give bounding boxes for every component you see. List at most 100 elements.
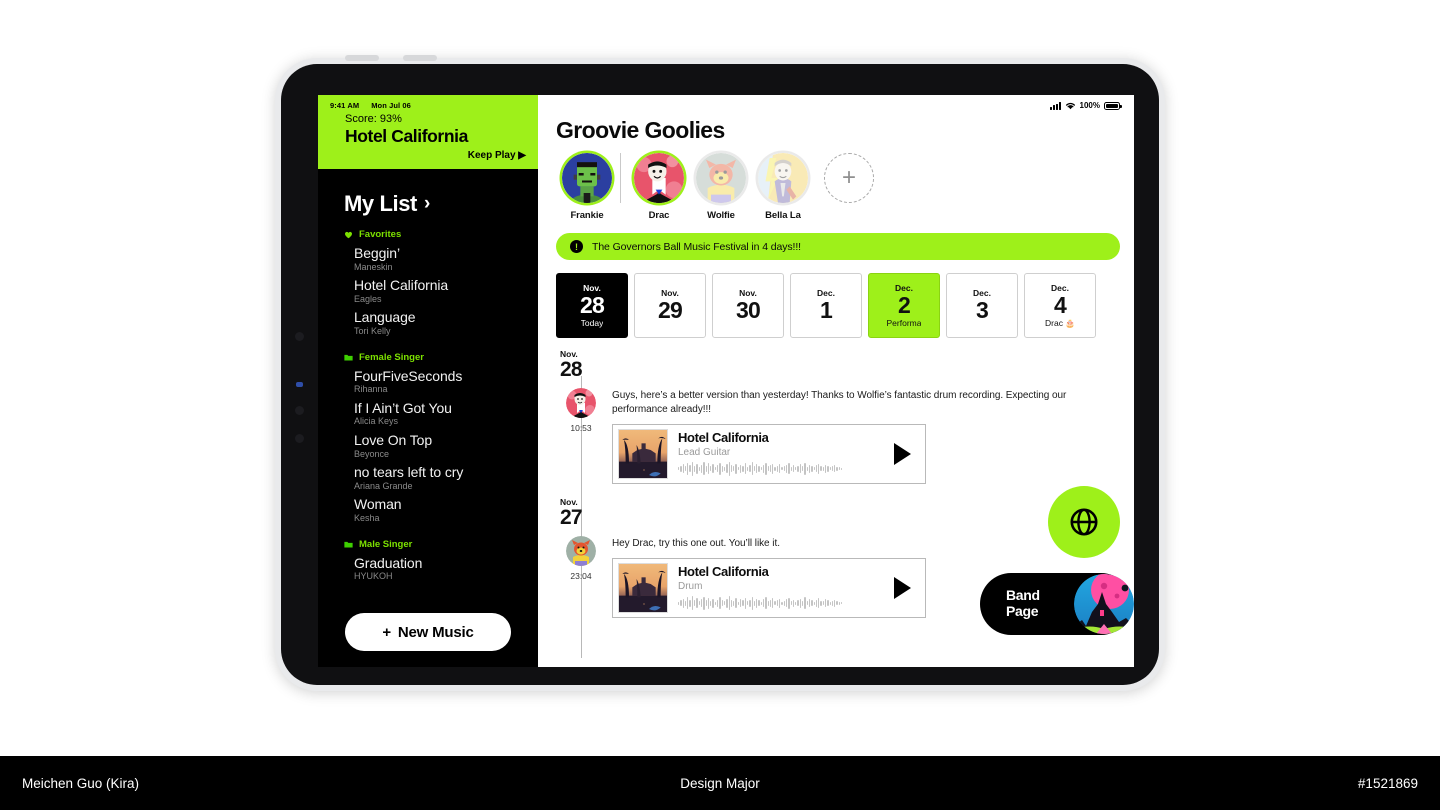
author-name: Meichen Guo (Kira) — [22, 775, 140, 791]
timeline-month: Nov. — [560, 496, 578, 507]
band-page-line1: Band — [1006, 587, 1040, 604]
volume-up-button[interactable] — [345, 55, 379, 61]
audio-title: Hotel California — [678, 564, 769, 580]
date-cell-day: 4 — [1054, 291, 1067, 318]
new-music-button[interactable]: + New Music — [345, 613, 511, 651]
sensor-dot-upper — [295, 406, 304, 415]
date-cell-29[interactable]: Nov. 29 — [634, 273, 706, 338]
sidebar-track-item[interactable]: Graduation HYUKOH — [318, 553, 538, 585]
status-bar-right: 100% — [1049, 101, 1122, 110]
track-name: Love On Top — [354, 432, 433, 449]
my-list-header[interactable]: My List › — [318, 169, 538, 217]
folder-icon — [344, 353, 353, 362]
timeline-month: Nov. — [560, 349, 578, 359]
date-cell-day: 28 — [580, 291, 605, 318]
status-date: Mon Jul 06 — [371, 101, 411, 110]
track-name: no tears left to cry — [354, 464, 464, 481]
sidebar-sections: Favorites Beggin’ Maneskin Hotel California… — [318, 217, 538, 585]
chevron-right-icon: › — [424, 193, 430, 214]
sidebar-section-label: Male Singer — [359, 538, 413, 550]
tablet-device: 9:41 AM Mon Jul 06 Score: 93% Hotel Cali… — [275, 55, 1165, 691]
audio-clip-card[interactable]: Hotel California Lead Guitar — [612, 423, 926, 484]
audio-part: Drum — [678, 581, 703, 593]
avatar — [634, 153, 684, 203]
avatar[interactable] — [566, 388, 596, 419]
band-member-wolfie[interactable]: Wolfie — [690, 153, 752, 221]
sidebar-section-female-singer[interactable]: Female Singer — [318, 340, 538, 366]
band-members-row: Frankie Drac Wolfie Bella La + — [556, 153, 1120, 221]
sensor-dot-lower — [295, 434, 304, 443]
major-label: Design Major — [680, 775, 760, 791]
date-cell-day: 1 — [820, 297, 833, 324]
play-icon[interactable] — [894, 442, 911, 465]
tablet-screen: 9:41 AM Mon Jul 06 Score: 93% Hotel Cali… — [318, 95, 1134, 667]
wifi-icon — [1065, 102, 1075, 110]
date-cell-1[interactable]: Dec. 1 — [790, 273, 862, 338]
band-member-drac[interactable]: Drac — [628, 153, 690, 221]
audio-clip-card[interactable]: Hotel California Drum — [612, 558, 926, 619]
now-playing-score: Score: 93% — [345, 113, 402, 125]
track-artist: Eagles — [354, 293, 382, 304]
sidebar-track-item[interactable]: Language Tori Kelly — [318, 307, 538, 339]
date-cell-2[interactable]: Dec. 2 Performa — [868, 273, 940, 338]
date-cell-30[interactable]: Nov. 30 — [712, 273, 784, 338]
globe-button[interactable] — [1048, 486, 1120, 558]
screenshot-root: 9:41 AM Mon Jul 06 Score: 93% Hotel Cali… — [0, 0, 1440, 810]
now-playing-card[interactable]: 9:41 AM Mon Jul 06 Score: 93% Hotel Cali… — [318, 95, 538, 169]
sidebar-track-item[interactable]: FourFiveSeconds Rihanna — [318, 366, 538, 398]
sidebar-track-item[interactable]: Beggin’ Maneskin — [318, 243, 538, 275]
sidebar-track-item[interactable]: no tears left to cry Ariana Grande — [318, 462, 538, 494]
waveform — [678, 461, 884, 477]
festival-banner[interactable]: ! The Governors Ball Music Festival in 4… — [556, 233, 1120, 260]
sidebar-section-male-singer[interactable]: Male Singer — [318, 527, 538, 553]
date-cell-day: 29 — [658, 297, 683, 324]
sidebar-section-favorites[interactable]: Favorites — [318, 217, 538, 243]
timeline-date-header: Nov. 28 — [556, 349, 1120, 382]
date-cell-3[interactable]: Dec. 3 — [946, 273, 1018, 338]
band-member-bella-la[interactable]: Bella La — [752, 153, 814, 221]
sidebar-track-item[interactable]: Hotel California Eagles — [318, 275, 538, 307]
date-cell-day: 30 — [736, 297, 761, 324]
message-time: 10:53 — [570, 423, 592, 434]
album-art — [618, 428, 668, 479]
band-member-name: Drac — [648, 210, 670, 221]
track-name: Woman — [354, 496, 402, 513]
date-cell-4[interactable]: Dec. 4 Drac 🎂 — [1024, 273, 1096, 338]
page-title: Groovie Goolies — [556, 117, 725, 143]
track-artist: Kesha — [354, 512, 380, 523]
festival-banner-text: The Governors Ball Music Festival in 4 d… — [592, 240, 801, 253]
track-name: Beggin’ — [354, 245, 401, 261]
message-time: 23:04 — [570, 571, 592, 582]
avatar — [758, 153, 808, 203]
submission-id: #1521869 — [1357, 775, 1418, 791]
track-artist: HYUKOH — [354, 571, 393, 582]
avatar[interactable] — [566, 536, 596, 567]
timeline-message: 10:53 Guys, here’s a better version than… — [556, 388, 1120, 484]
timeline-day: 28 — [560, 358, 583, 382]
sidebar-track-item[interactable]: If I Ain’t Got You Alicia Keys — [318, 398, 538, 430]
band-member-name: Wolfie — [707, 210, 735, 221]
heart-icon — [344, 230, 353, 239]
band-member-frankie[interactable]: Frankie — [556, 153, 618, 221]
sidebar-track-item[interactable]: Love On Top Beyonce — [318, 430, 538, 462]
date-strip: Nov. 28 Today Nov. 29 Nov. 30 Dec. 1 Dec. 2 Perform… — [556, 273, 1120, 338]
status-bar-left: 9:41 AM Mon Jul 06 — [330, 99, 526, 110]
sidebar-track-item[interactable]: Woman Kesha — [318, 494, 538, 526]
play-icon[interactable] — [894, 577, 911, 600]
battery-full-icon — [1104, 101, 1122, 110]
keep-play-button[interactable]: Keep Play ▶ — [330, 150, 526, 161]
date-cell-28[interactable]: Nov. 28 Today — [556, 273, 628, 338]
date-cell-sub: Drac 🎂 — [1045, 318, 1075, 329]
band-member-name: Frankie — [570, 210, 604, 221]
volume-down-button[interactable] — [403, 55, 437, 61]
add-member-button[interactable]: + — [824, 153, 874, 203]
band-page-button[interactable]: Band Page — [980, 573, 1134, 635]
folder-icon — [344, 540, 353, 549]
band-member-name: Bella La — [765, 210, 801, 221]
track-name: Hotel California — [354, 277, 449, 294]
track-artist: Maneskin — [354, 261, 393, 272]
message-avatar-column: 23:04 — [560, 536, 602, 618]
date-cell-day: 3 — [976, 297, 989, 324]
main-content: 100% Groovie Goolies Frankie Drac Wolfie… — [538, 95, 1134, 667]
front-camera — [295, 332, 304, 341]
